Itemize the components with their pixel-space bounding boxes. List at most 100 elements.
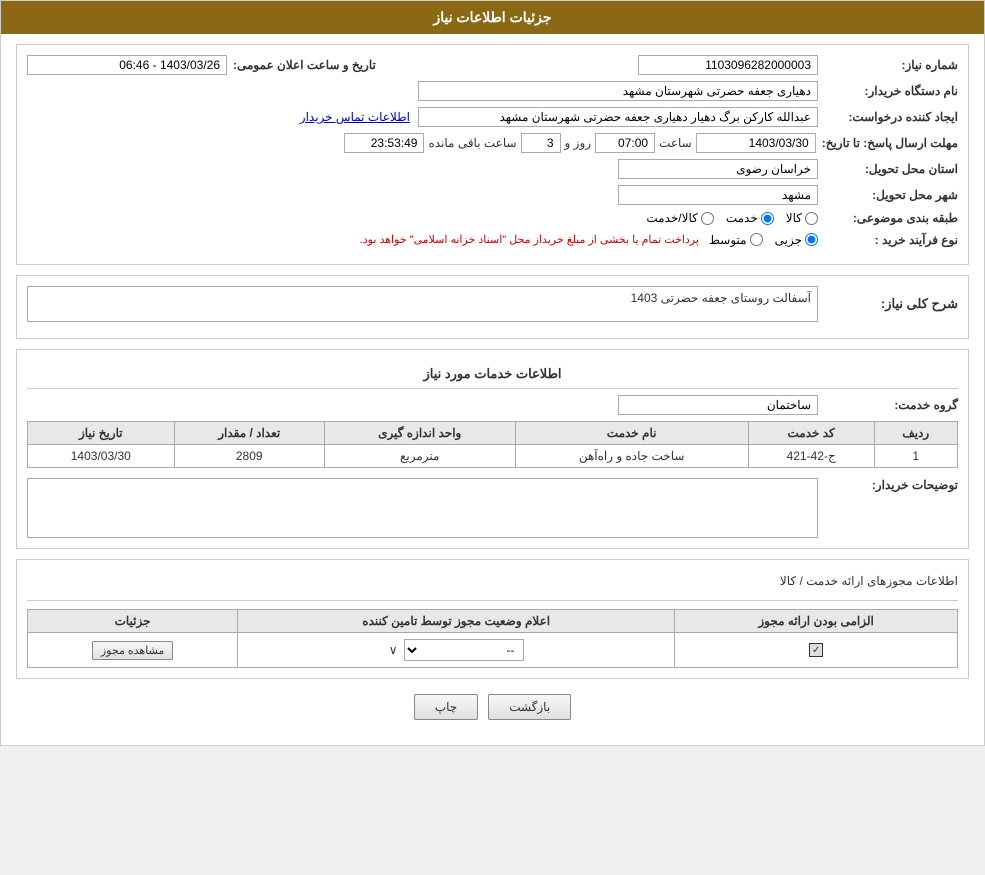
category-option-kala[interactable]: کالا (786, 211, 818, 225)
col-name: نام خدمت (515, 422, 748, 445)
reply-days-label: روز و (561, 136, 596, 150)
province-value: خراسان رضوی (618, 159, 818, 179)
services-table: ردیف کد خدمت نام خدمت واحد اندازه گیری ت… (27, 421, 958, 468)
category-label: طبقه بندی موضوعی: (818, 211, 958, 225)
service-group-row: گروه خدمت: ساختمان (27, 395, 958, 415)
service-group-value: ساختمان (618, 395, 818, 415)
permit-checkbox-wrapper: ✓ (683, 643, 949, 657)
city-value: مشهد (618, 185, 818, 205)
buyer-desc-row: توضیحات خریدار: (27, 478, 958, 538)
button-row: بازگشت چاپ (16, 694, 969, 720)
buyer-desc-label: توضیحات خریدار: (818, 478, 958, 492)
col-rownum: ردیف (874, 422, 957, 445)
city-row: شهر محل تحویل: مشهد (27, 185, 958, 205)
col-quantity: تعداد / مقدار (174, 422, 324, 445)
category-option-khedmat[interactable]: خدمت (726, 211, 774, 225)
category-label-kala: کالا (786, 211, 802, 225)
need-desc-label: شرح کلی نیاز: (818, 296, 958, 312)
permit-detail-cell: مشاهده مجوز (28, 633, 238, 668)
need-desc-section: شرح کلی نیاز: آسفالت روستای جعفه حضرتی 1… (16, 275, 969, 339)
page-wrapper: جزئیات اطلاعات نیاز شماره نیاز: 11030962… (0, 0, 985, 746)
public-date-value: 1403/03/26 - 06:46 (27, 55, 227, 75)
reply-deadline-row: مهلت ارسال پاسخ: تا تاریخ: 1403/03/30 سا… (27, 133, 958, 153)
purchase-type-row: نوع فرآیند خرید : جزیی متوسط پرداخت تمام… (27, 231, 958, 248)
col-code: کد خدمت (748, 422, 874, 445)
contact-link[interactable]: اطلاعات تماس خریدار (300, 110, 418, 124)
table-cell-0: 1 (874, 445, 957, 468)
purchase-type-label-motevaset: متوسط (709, 233, 747, 247)
permit-col-status: اعلام وضعیت مجوز توسط تامین کننده (238, 610, 675, 633)
reply-deadline-label: مهلت ارسال پاسخ: تا تاریخ: (816, 136, 958, 150)
table-cell-5: 1403/03/30 (28, 445, 175, 468)
col-date: تاریخ نیاز (28, 422, 175, 445)
buyer-station-label: نام دستگاه خریدار: (818, 84, 958, 98)
permit-status-arrow: ∨ (389, 643, 398, 657)
buyer-desc-textarea[interactable] (27, 478, 818, 538)
remain-time-label: ساعت باقی مانده (424, 136, 520, 150)
public-date-label: تاریخ و ساعت اعلان عمومی: (227, 58, 376, 72)
creator-row: ایجاد کننده درخواست: عبدالله کارکن برگ د… (27, 107, 958, 127)
table-cell-2: ساخت جاده و راه‌آهن (515, 445, 748, 468)
permit-row: ✓ -- ∨ مشاهده مجوز (28, 633, 958, 668)
print-button[interactable]: چاپ (414, 694, 478, 720)
reply-time-value: 07:00 (595, 133, 655, 153)
creator-label: ایجاد کننده درخواست: (818, 110, 958, 124)
buyer-station-value: دهیاری جعفه حضرتی شهرستان مشهد (418, 81, 818, 101)
creator-value: عبدالله کارکن برگ دهیار دهیاری جعفه حضرت… (418, 107, 818, 127)
permits-section-title: اطلاعات مجوزهای ارائه خدمت / کالا (27, 570, 958, 592)
province-row: استان محل تحویل: خراسان رضوی (27, 159, 958, 179)
permit-col-required: الزامی بودن ارائه مجوز (675, 610, 958, 633)
category-radio-kala-khedmat[interactable] (701, 212, 714, 225)
table-cell-1: ج-42-421 (748, 445, 874, 468)
category-label-khedmat: خدمت (726, 211, 758, 225)
permit-checkbox[interactable]: ✓ (809, 643, 823, 657)
need-desc-row: شرح کلی نیاز: آسفالت روستای جعفه حضرتی 1… (27, 286, 958, 322)
permit-status-wrapper: -- ∨ (246, 639, 666, 661)
table-cell-3: مترمربع (324, 445, 515, 468)
purchase-type-note: پرداخت تمام یا بخشی از مبلغ خریداز محل "… (354, 231, 709, 248)
page-title: جزئیات اطلاعات نیاز (433, 9, 551, 25)
permit-status-select[interactable]: -- (404, 639, 524, 661)
main-content: شماره نیاز: 1103096282000003 تاریخ و ساع… (1, 34, 984, 745)
table-cell-4: 2809 (174, 445, 324, 468)
category-radio-group: کالا خدمت کالا/خدمت (646, 211, 818, 225)
category-radio-khedmat[interactable] (761, 212, 774, 225)
permit-col-details: جزئیات (28, 610, 238, 633)
page-header: جزئیات اطلاعات نیاز (1, 1, 984, 34)
need-desc-value: آسفالت روستای جعفه حضرتی 1403 (27, 286, 818, 322)
permit-required-cell: ✓ (675, 633, 958, 668)
purchase-type-radio-group: جزیی متوسط (709, 233, 818, 247)
services-section: اطلاعات خدمات مورد نیاز گروه خدمت: ساختم… (16, 349, 969, 549)
top-info-section: شماره نیاز: 1103096282000003 تاریخ و ساع… (16, 44, 969, 265)
purchase-type-motevaset[interactable]: متوسط (709, 233, 763, 247)
permits-table: الزامی بودن ارائه مجوز اعلام وضعیت مجوز … (27, 609, 958, 668)
need-number-value: 1103096282000003 (638, 55, 818, 75)
col-unit: واحد اندازه گیری (324, 422, 515, 445)
reply-days-value: 3 (521, 133, 561, 153)
category-row: طبقه بندی موضوعی: کالا خدمت کالا/خدمت (27, 211, 958, 225)
category-option-kala-khedmat[interactable]: کالا/خدمت (646, 211, 713, 225)
view-permit-button[interactable]: مشاهده مجوز (92, 641, 173, 660)
purchase-type-label-jozi: جزیی (775, 233, 802, 247)
need-number-label: شماره نیاز: (818, 58, 958, 72)
city-label: شهر محل تحویل: (818, 188, 958, 202)
purchase-type-jozi[interactable]: جزیی (775, 233, 818, 247)
purchase-type-radio-motevaset[interactable] (750, 233, 763, 246)
remain-time-value: 23:53:49 (344, 133, 424, 153)
reply-time-label: ساعت (655, 136, 696, 150)
services-section-title: اطلاعات خدمات مورد نیاز (27, 360, 958, 389)
need-number-row: شماره نیاز: 1103096282000003 تاریخ و ساع… (27, 55, 958, 75)
reply-date-value: 1403/03/30 (696, 133, 816, 153)
service-group-label: گروه خدمت: (818, 398, 958, 412)
category-radio-kala[interactable] (805, 212, 818, 225)
buyer-station-row: نام دستگاه خریدار: دهیاری جعفه حضرتی شهر… (27, 81, 958, 101)
province-label: استان محل تحویل: (818, 162, 958, 176)
table-row: 1ج-42-421ساخت جاده و راه‌آهنمترمربع28091… (28, 445, 958, 468)
category-label-kala-khedmat: کالا/خدمت (646, 211, 697, 225)
purchase-type-radio-jozi[interactable] (805, 233, 818, 246)
permit-status-cell: -- ∨ (238, 633, 675, 668)
permits-section: اطلاعات مجوزهای ارائه خدمت / کالا الزامی… (16, 559, 969, 679)
divider (27, 600, 958, 601)
purchase-type-label: نوع فرآیند خرید : (818, 233, 958, 247)
back-button[interactable]: بازگشت (488, 694, 571, 720)
